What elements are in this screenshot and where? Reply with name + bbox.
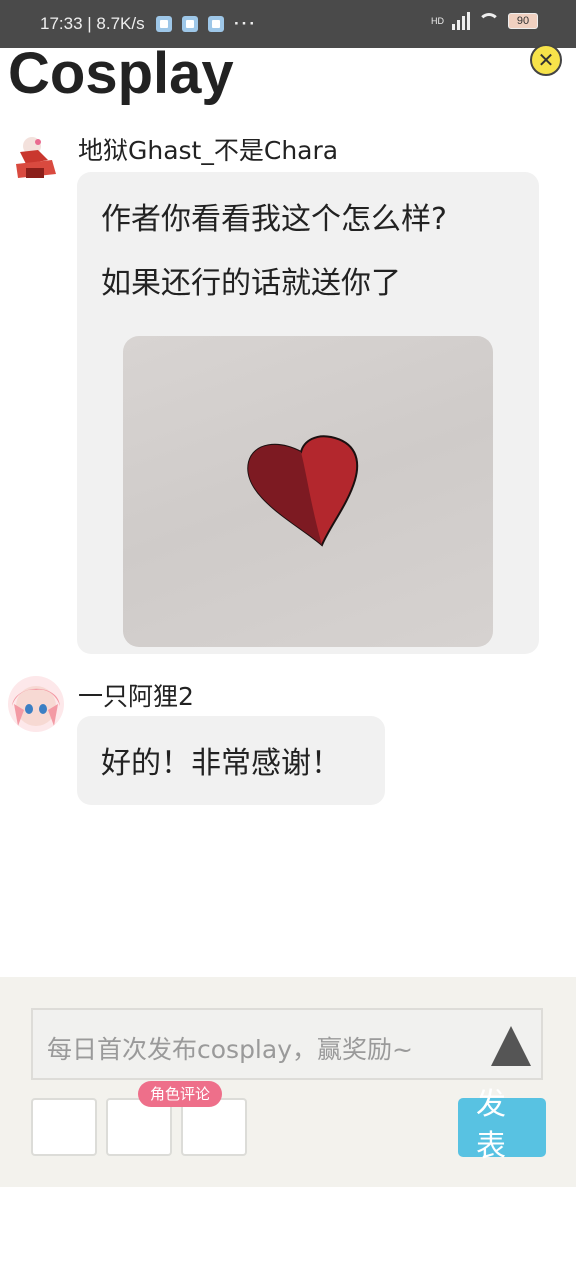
status-time: 17:33 | 8.7K/s: [40, 14, 145, 33]
comment-input[interactable]: 每日首次发布cosplay，赢奖励~: [31, 1008, 543, 1080]
comment-item: 地狱Ghast_不是Chara 作者你看看我这个怎么样? 如果还行的话就送你了: [0, 128, 576, 658]
comment-text: 作者你看看我这个怎么样?: [101, 202, 447, 237]
publish-label: 发: [476, 1087, 506, 1122]
app-notification-icon: [182, 16, 198, 32]
attachment-slot[interactable]: [31, 1098, 97, 1156]
role-comment-tag[interactable]: 角色评论: [138, 1081, 223, 1107]
publish-button[interactable]: 发 表: [458, 1090, 546, 1162]
avatar[interactable]: [8, 676, 64, 732]
comment-username[interactable]: 一只阿狸2: [78, 677, 194, 713]
avatar[interactable]: [8, 130, 64, 186]
app-notification-icon: [208, 16, 224, 32]
heart-drawing-icon: [247, 435, 359, 547]
comment-text: 如果还行的话就送你了: [101, 266, 401, 301]
wifi-icon: [478, 13, 500, 29]
page-title: Cosplay: [8, 41, 234, 106]
close-button[interactable]: ✕: [530, 44, 562, 76]
system-icons: HD 90: [431, 12, 538, 30]
comment-input-placeholder: 每日首次发布cosplay，赢奖励~: [47, 1035, 413, 1064]
hd-icon: HD: [431, 16, 444, 26]
comment-item: 一只阿狸2 好的！非常感谢！: [0, 674, 576, 808]
close-icon: ✕: [537, 48, 555, 72]
signal-icon: [452, 12, 470, 30]
notification-icons: ···: [156, 14, 257, 34]
attached-image[interactable]: [123, 336, 493, 647]
app-notification-icon: [156, 16, 172, 32]
comment-text: 好的！非常感谢！: [101, 746, 341, 781]
comment-username[interactable]: 地狱Ghast_不是Chara: [78, 131, 338, 167]
expand-up-icon[interactable]: [491, 1026, 531, 1066]
comment-bubble: 作者你看看我这个怎么样? 如果还行的话就送你了: [77, 172, 539, 654]
comment-composer: 每日首次发布cosplay，赢奖励~ 角色评论 发 表: [0, 977, 576, 1187]
more-notifications-icon: ···: [234, 14, 257, 33]
publish-label: 表: [476, 1129, 506, 1164]
battery-icon: 90: [508, 13, 538, 29]
comment-bubble: 好的！非常感谢！: [77, 716, 385, 805]
